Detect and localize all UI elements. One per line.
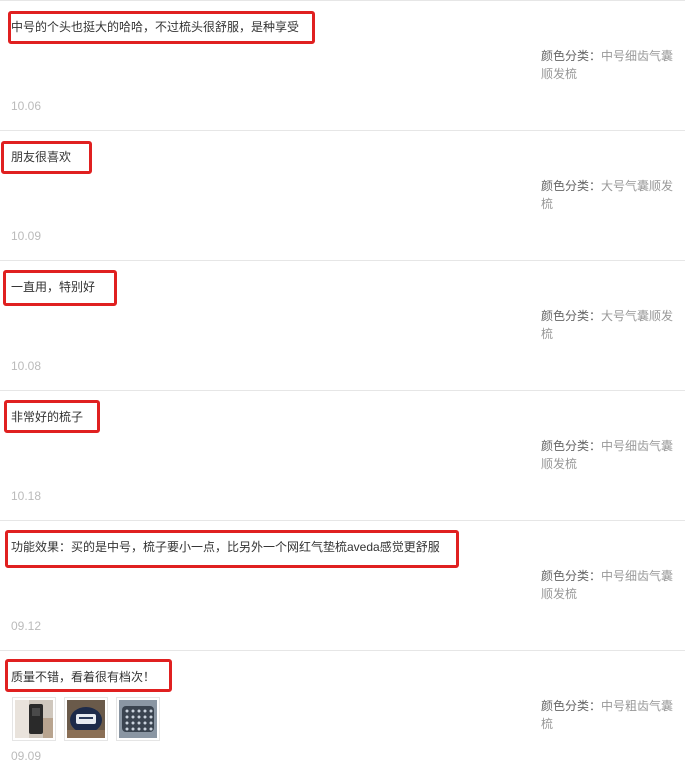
review-text: 中号的个头也挺大的哈哈，不过梳头很舒服，是种享受 <box>11 20 300 34</box>
photo-comb-box-icon <box>67 700 105 738</box>
review-item: 一直用，特别好 颜色分类：大号气囊顺发梳 10.08 <box>0 260 685 390</box>
review-date: 09.12 <box>11 619 42 633</box>
review-photos <box>12 697 160 741</box>
review-item: 朋友很喜欢 颜色分类：大号气囊顺发梳 10.09 <box>0 130 685 260</box>
review-photo-thumbnail[interactable] <box>116 697 160 741</box>
review-photo-thumbnail[interactable] <box>12 697 56 741</box>
sku-info: 颜色分类：中号粗齿气囊梳 <box>541 697 679 733</box>
sku-info: 颜色分类：中号细齿气囊顺发梳 <box>541 47 679 83</box>
sku-label: 颜色分类： <box>541 569 602 583</box>
sku-info: 颜色分类：大号气囊顺发梳 <box>541 307 679 343</box>
review-date: 10.08 <box>11 359 42 373</box>
review-text: 一直用，特别好 <box>11 280 96 294</box>
review-list: 中号的个头也挺大的哈哈，不过梳头很舒服，是种享受 颜色分类：中号细齿气囊顺发梳 … <box>0 0 685 764</box>
sku-label: 颜色分类： <box>541 699 602 713</box>
review-item: 非常好的梳子 颜色分类：中号细齿气囊顺发梳 10.18 <box>0 390 685 520</box>
review-text: 质量不错，看着很有档次！ <box>11 670 156 684</box>
photo-comb-bristles-icon <box>119 700 157 738</box>
photo-comb-dark-icon <box>15 700 53 738</box>
review-date: 09.09 <box>11 749 42 763</box>
review-text: 朋友很喜欢 <box>11 150 72 164</box>
review-date: 10.06 <box>11 99 42 113</box>
sku-label: 颜色分类： <box>541 309 602 323</box>
review-date: 10.09 <box>11 229 42 243</box>
review-item: 质量不错，看着很有档次！ 颜色分类：中号粗齿气囊梳 09.09 <box>0 650 685 764</box>
sku-label: 颜色分类： <box>541 49 602 63</box>
sku-label: 颜色分类： <box>541 179 602 193</box>
review-text: 非常好的梳子 <box>11 410 84 424</box>
sku-label: 颜色分类： <box>541 439 602 453</box>
review-date: 10.18 <box>11 489 42 503</box>
sku-info: 颜色分类：中号细齿气囊顺发梳 <box>541 567 679 603</box>
review-item: 功能效果：买的是中号，梳子要小一点，比另外一个网红气垫梳aveda感觉更舒服 颜… <box>0 520 685 650</box>
sku-info: 颜色分类：大号气囊顺发梳 <box>541 177 679 213</box>
review-item: 中号的个头也挺大的哈哈，不过梳头很舒服，是种享受 颜色分类：中号细齿气囊顺发梳 … <box>0 0 685 130</box>
review-text: 功能效果：买的是中号，梳子要小一点，比另外一个网红气垫梳aveda感觉更舒服 <box>11 540 440 554</box>
sku-info: 颜色分类：中号细齿气囊顺发梳 <box>541 437 679 473</box>
review-photo-thumbnail[interactable] <box>64 697 108 741</box>
